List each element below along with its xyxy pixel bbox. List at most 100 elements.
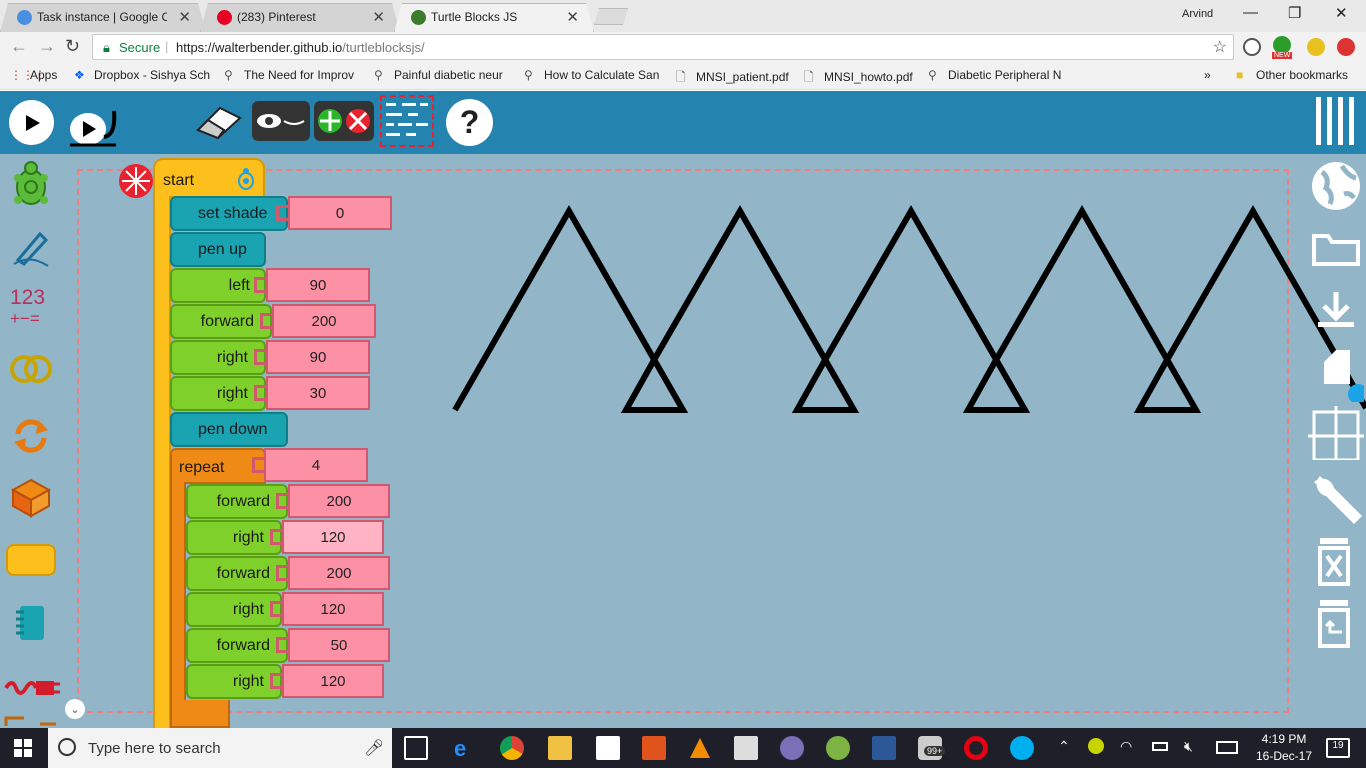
back-icon[interactable]: ← [10, 36, 28, 57]
bookmark-need-improve[interactable]: ⚲ The Need for Improv [224, 68, 362, 82]
pen-down-block[interactable]: pen down [170, 412, 288, 447]
right-block[interactable]: right [170, 340, 266, 375]
opera-icon[interactable] [964, 736, 988, 760]
boolean-palette-icon[interactable] [9, 352, 53, 386]
close-icon[interactable]: ✕ [566, 8, 579, 26]
bookmark-star-icon[interactable]: ☆ [1213, 37, 1227, 57]
hide-blocks-button[interactable] [252, 101, 310, 141]
grid-toggle-icon[interactable] [1308, 404, 1364, 460]
calculator-icon[interactable] [734, 736, 758, 760]
left-block[interactable]: left [170, 268, 266, 303]
bookmark-mnsi-patient[interactable]: 🗋 MNSI_patient.pdf [676, 68, 789, 89]
android-icon[interactable] [826, 736, 850, 760]
flow-palette-icon[interactable] [12, 416, 50, 456]
run-button[interactable] [9, 100, 54, 145]
help-button[interactable]: ? [446, 99, 493, 146]
forward-block[interactable]: forward [186, 484, 288, 519]
edge-icon[interactable]: e [454, 736, 478, 761]
store-icon[interactable] [596, 736, 620, 760]
number-block[interactable]: 120 [282, 664, 384, 698]
run-slow-button[interactable] [68, 97, 120, 149]
skype-icon[interactable] [1010, 736, 1034, 760]
bookmarks-overflow-button[interactable]: » [1204, 68, 1211, 82]
chrome-icon[interactable] [500, 736, 524, 760]
set-shade-block[interactable]: set shade [170, 196, 288, 231]
collapse-stack-icon[interactable] [117, 162, 155, 200]
notebook-palette-icon[interactable] [14, 604, 48, 642]
forward-block[interactable]: forward [170, 304, 272, 339]
pen-palette-icon[interactable] [10, 226, 52, 268]
start-block[interactable]: start [153, 158, 265, 198]
word-icon[interactable] [872, 736, 896, 760]
speedometer-icon[interactable] [1243, 38, 1261, 56]
keyboard-icon[interactable] [1216, 741, 1238, 754]
menu-button[interactable] [1312, 95, 1358, 147]
more-palette-icon[interactable] [4, 714, 60, 728]
turtle-palette-icon[interactable] [10, 160, 52, 210]
right-block[interactable]: right [186, 520, 282, 555]
profile-name[interactable]: Arvind [1182, 8, 1213, 20]
bookmark-mnsi-howto[interactable]: 🗋 MNSI_howto.pdf [804, 68, 913, 89]
clear-button[interactable] [194, 104, 244, 140]
vlc-icon[interactable] [688, 736, 712, 760]
right-block[interactable]: right [186, 664, 282, 699]
bookmark-apps[interactable]: ⋮⋮⋮Apps [10, 68, 57, 82]
bookmark-painful-diabetic[interactable]: ⚲ Painful diabetic neur [374, 68, 512, 82]
number-block[interactable]: 50 [288, 628, 390, 662]
number-block[interactable]: 200 [272, 304, 376, 338]
bookmark-how-to-calc[interactable]: ⚲ How to Calculate San [524, 68, 662, 82]
address-bar[interactable]: 🔒︎ Secure | https://walterbender.github.… [92, 34, 1234, 60]
bookmark-diabetic-peripheral[interactable]: ⚲ Diabetic Peripheral N [928, 68, 1064, 82]
microphone-icon[interactable]: 🎤︎ [364, 738, 384, 758]
tab-turtle-blocks[interactable]: Turtle Blocks JS ✕ [394, 3, 594, 32]
right-block[interactable]: right [170, 376, 266, 411]
reload-icon[interactable]: ↻ [65, 36, 80, 57]
forward-block[interactable]: forward [186, 628, 288, 663]
extras-palette-icon[interactable] [9, 476, 53, 520]
collapse-blocks-button[interactable] [314, 101, 374, 141]
settings-wrench-icon[interactable] [1308, 470, 1364, 526]
powerpoint-icon[interactable] [642, 736, 666, 760]
globe-icon[interactable] [1308, 158, 1364, 214]
other-bookmarks[interactable]: ■ Other bookmarks [1236, 68, 1348, 82]
battery-icon[interactable] [1152, 742, 1168, 751]
forward-block[interactable]: forward [186, 556, 288, 591]
volume-muted-icon[interactable]: 🔇︎ [1184, 738, 1193, 755]
tray-app-icon[interactable] [1088, 738, 1104, 754]
mail-icon[interactable]: 99+ [918, 736, 946, 760]
file-explorer-icon[interactable] [548, 736, 572, 760]
forward-icon[interactable]: → [38, 36, 56, 57]
new-tab-button[interactable] [594, 8, 628, 25]
system-clock[interactable]: 4:19 PM 16-Dec-17 [1252, 731, 1316, 765]
close-icon[interactable]: ✕ [178, 8, 191, 26]
close-window-icon[interactable]: ✕ [1335, 4, 1348, 22]
number-block[interactable]: 200 [288, 556, 390, 590]
number-block[interactable]: 120 [282, 520, 384, 554]
close-icon[interactable]: ✕ [372, 8, 385, 26]
number-palette-icon[interactable]: 123 +−= [10, 287, 45, 329]
extension-icon[interactable] [1307, 38, 1325, 56]
task-view-icon[interactable] [404, 736, 428, 760]
open-folder-icon[interactable] [1308, 222, 1364, 278]
restore-icon[interactable]: ❐ [1288, 4, 1301, 22]
number-block[interactable]: 200 [288, 484, 390, 518]
tab-pinterest[interactable]: (283) Pinterest ✕ [200, 3, 400, 32]
new-project-icon[interactable] [1308, 346, 1364, 402]
number-block[interactable]: 120 [282, 592, 384, 626]
taskbar-search[interactable]: Type here to search 🎤︎ [48, 728, 392, 768]
save-icon[interactable] [1308, 286, 1364, 342]
pen-up-block[interactable]: pen up [170, 232, 266, 267]
url-text[interactable]: https://walterbender.github.io/turtleblo… [176, 40, 425, 55]
chevron-down-icon[interactable]: ⌄ [65, 699, 85, 719]
bookmark-dropbox[interactable]: ❖ Dropbox - Sishya Sch [74, 68, 212, 82]
right-block[interactable]: right [186, 592, 282, 627]
number-block[interactable]: 4 [264, 448, 368, 482]
media-icon[interactable] [780, 736, 804, 760]
action-center-icon[interactable]: 19 [1326, 738, 1350, 758]
minimize-icon[interactable]: — [1243, 4, 1258, 21]
trash-icon[interactable] [1308, 534, 1364, 590]
restore-trash-icon[interactable] [1308, 596, 1364, 652]
sensors-palette-icon[interactable] [4, 670, 60, 704]
number-block[interactable]: 0 [288, 196, 392, 230]
action-palette-icon[interactable] [6, 544, 56, 576]
